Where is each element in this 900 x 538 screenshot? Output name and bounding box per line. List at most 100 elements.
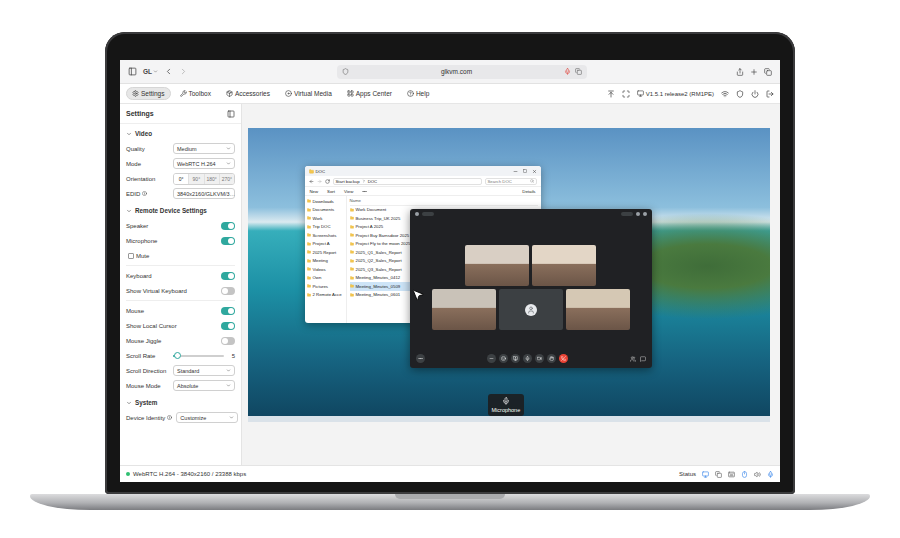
end-call-button[interactable]	[559, 354, 568, 363]
control-button[interactable]	[499, 354, 508, 363]
sidebar-item[interactable]: Pictures	[307, 282, 344, 291]
clipboard-icon[interactable]	[715, 471, 722, 478]
people-icon[interactable]	[630, 356, 636, 362]
speaker-icon[interactable]	[754, 471, 761, 478]
section-header[interactable]: System	[126, 395, 235, 410]
chevron-down-icon	[126, 400, 132, 406]
upload-icon[interactable]	[607, 90, 615, 98]
command-button[interactable]: Sort	[327, 189, 335, 194]
window-control[interactable]	[643, 212, 647, 216]
maximize-icon[interactable]	[523, 169, 527, 173]
path-box[interactable]: Start backup DOC	[333, 178, 482, 185]
plus-icon[interactable]	[750, 68, 758, 76]
toggle-switch[interactable]	[221, 322, 235, 330]
checkbox[interactable]	[128, 253, 134, 259]
control-button[interactable]	[487, 354, 496, 363]
segment-option[interactable]: 90°	[188, 174, 203, 184]
segment-option[interactable]: 180°	[204, 174, 219, 184]
setting-select[interactable]: 3840x2160/GLKVM/3…	[173, 188, 235, 199]
checkbox-label[interactable]: Mute	[128, 253, 149, 259]
toolbar-tab[interactable]: Toolbox	[174, 87, 217, 100]
command-button[interactable]: New	[310, 189, 319, 194]
control-button[interactable]	[416, 354, 425, 363]
close-icon[interactable]	[532, 169, 537, 174]
toolbar-tab[interactable]: Accessories	[220, 87, 276, 100]
control-button[interactable]	[523, 354, 532, 363]
sidebar-item[interactable]: 2 Remote Acce	[307, 291, 344, 300]
control-button[interactable]	[535, 354, 544, 363]
back-icon[interactable]	[164, 67, 173, 76]
section-header[interactable]: Video	[126, 126, 235, 141]
toggle-switch[interactable]	[221, 237, 235, 245]
setting-select[interactable]: Standard	[173, 365, 235, 376]
forward-icon[interactable]	[317, 179, 322, 184]
forward-icon[interactable]	[179, 67, 188, 76]
chat-icon[interactable]	[640, 356, 646, 362]
sidebar-item[interactable]: Screenshots	[307, 231, 344, 240]
toggle-switch[interactable]	[221, 272, 235, 280]
control-button[interactable]	[511, 354, 520, 363]
path-segment[interactable]: DOC	[368, 179, 378, 184]
toggle-switch[interactable]	[221, 307, 235, 315]
mic-icon	[525, 356, 530, 361]
back-icon[interactable]	[309, 179, 314, 184]
sidebar-item[interactable]: Videos	[307, 265, 344, 274]
setting-select[interactable]: Medium	[173, 143, 235, 154]
column-header[interactable]: Name	[350, 197, 538, 206]
network-icon[interactable]	[721, 90, 729, 98]
sidebar-item[interactable]: Work	[307, 214, 344, 223]
toolbar-tab[interactable]: Settings	[126, 87, 171, 100]
command-button[interactable]: Details	[522, 189, 535, 194]
setting-select[interactable]: Absolute	[173, 380, 235, 391]
sidebar-item[interactable]: Meeting	[307, 257, 344, 266]
mic-icon[interactable]	[767, 471, 774, 478]
toggle-switch[interactable]	[221, 287, 235, 295]
sidebar-item[interactable]: 2025 Report	[307, 248, 344, 257]
sidebar-item[interactable]: Project A	[307, 240, 344, 249]
minimize-icon[interactable]	[513, 169, 518, 174]
slider-thumb[interactable]	[174, 352, 181, 359]
tabs-icon[interactable]	[764, 68, 772, 76]
collapse-panel-icon[interactable]	[227, 110, 235, 118]
fullscreen-icon[interactable]	[622, 90, 630, 98]
sidebar-item[interactable]: Own	[307, 274, 344, 283]
path-segment[interactable]: Start backup	[336, 179, 360, 184]
monitor-icon[interactable]	[702, 471, 709, 478]
toggle-switch[interactable]	[221, 222, 235, 230]
segment-option[interactable]: 270°	[219, 174, 234, 184]
connection-dot	[126, 472, 130, 476]
segment-option[interactable]: 0°	[174, 174, 188, 184]
setting-select[interactable]: Customize	[176, 412, 238, 423]
toolbar-tab[interactable]: Help	[401, 87, 435, 100]
profile-button[interactable]: GL	[143, 68, 158, 75]
share-icon[interactable]	[736, 68, 744, 76]
mouse-icon[interactable]	[741, 471, 748, 478]
toggle-switch[interactable]	[221, 337, 235, 345]
sidebar-item[interactable]: Documents	[307, 206, 344, 215]
address-bar[interactable]: glkvm.com	[337, 65, 587, 79]
shield-icon[interactable]	[736, 90, 744, 98]
slider-track[interactable]	[173, 355, 224, 357]
search-box[interactable]: Search DOC	[485, 178, 537, 185]
control-button[interactable]	[547, 354, 556, 363]
power-icon[interactable]	[751, 90, 759, 98]
remote-desktop[interactable]: DOCStart backupDOCSearch DOCNewSortViewD…	[248, 128, 770, 422]
sidebar-item[interactable]: Trip DOC	[307, 223, 344, 232]
section-header[interactable]: Remote Device Settings	[126, 203, 235, 218]
refresh-icon[interactable]	[325, 179, 330, 184]
file-icon	[350, 284, 354, 288]
keyboard-icon[interactable]	[728, 471, 735, 478]
toolbar-tab[interactable]: Apps Center	[341, 87, 398, 100]
setting-select[interactable]: WebRTC H.264	[173, 158, 235, 169]
command-button[interactable]: View	[344, 189, 353, 194]
more-icon[interactable]	[362, 189, 367, 194]
sidebar-icon[interactable]	[128, 67, 137, 76]
folder-icon	[307, 233, 311, 237]
logout-icon[interactable]	[766, 90, 774, 98]
toolbar-tab[interactable]: Virtual Media	[279, 87, 338, 100]
chevron-down-icon	[126, 131, 132, 137]
meeting-header	[410, 209, 652, 219]
sidebar-item[interactable]: Downloads	[307, 197, 344, 206]
user-icon	[527, 306, 535, 314]
window-control[interactable]	[636, 212, 640, 216]
